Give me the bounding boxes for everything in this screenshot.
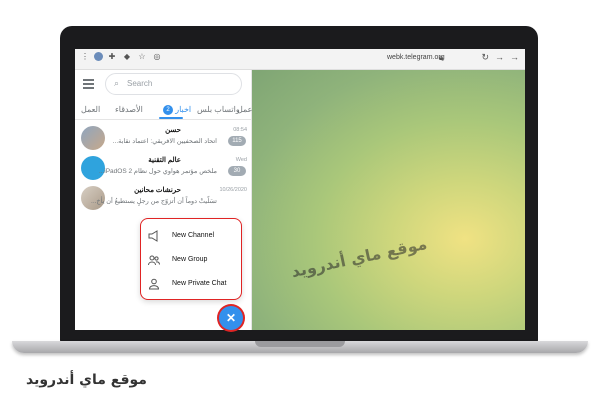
tab-work-2[interactable]: عمل [237,105,252,114]
chat-preview: تسَلّيتْ دوماً أن أتزوّج من رجلٍ يستطيعُ… [91,198,217,205]
browser-nav-icons: ↻ → → [481,52,519,63]
back-icon[interactable]: → [510,52,519,63]
tab-friends[interactable]: الأصدقاء [115,105,143,114]
footer-watermark: موقع ماي أندرويد [26,372,147,388]
hamburger-menu-icon[interactable] [83,79,94,89]
menu-item-new-group[interactable]: New Group [141,249,241,271]
compose-close-button[interactable]: ✕ [219,306,243,330]
menu-item-label: New Group [172,256,208,263]
megaphone-icon [148,230,158,242]
tab-news[interactable]: 2 اخبار [161,105,191,115]
user-icon [148,278,160,290]
chat-time: 08:54 [233,127,247,133]
tab-whatsapp-plus[interactable]: واتساب بلس [197,105,240,114]
laptop-notch [255,341,345,347]
menu-item-label: New Private Chat [172,280,227,287]
chat-preview: اتحاد الصحفيين الافريقي: اعتماد نقابة... [112,138,217,145]
tab-badge: 2 [163,105,173,115]
folder-tabs: العمل الأصدقاء 2 اخبار واتساب بلس عمل [75,101,252,120]
tab-work[interactable]: العمل [81,105,100,114]
menu-item-new-channel[interactable]: New Channel [141,225,241,247]
chat-name: عالم التقنية [148,157,181,164]
forward-icon[interactable]: → [495,52,504,63]
telegram-icon[interactable]: ◎ [151,52,163,61]
refresh-icon[interactable]: ↻ [481,52,489,63]
chat-time: 10/26/2020 [219,187,247,193]
search-placeholder: Search [127,79,153,88]
chat-item[interactable]: Wed عالم التقنية ملخص مؤتمر هواوي حول نظ… [75,154,251,184]
chat-name: حسن [165,127,181,134]
chat-name: حرنشات محانين [134,187,181,194]
group-icon [148,255,160,266]
menu-item-label: New Channel [172,232,215,239]
star-icon[interactable]: ☆ [136,52,148,61]
puzzle-icon[interactable]: ✚ [106,52,118,61]
menu-dots-icon[interactable]: ⋮ [79,52,91,61]
chat-item[interactable]: 08:54 حسن اتحاد الصحفيين الافريقي: اعتما… [75,124,251,154]
tab-news-label: اخبار [175,105,192,115]
chat-item[interactable]: 10/26/2020 حرنشات محانين تسَلّيتْ دوماً … [75,184,251,214]
browser-left-icons: ⋮ ✚ ◆ ☆ ◎ [79,52,163,61]
avatar [81,126,105,150]
active-tab-indicator [159,117,183,119]
close-icon: ✕ [225,311,237,325]
avatar-icon[interactable] [94,52,103,61]
lock-icon: 🔒︎ [439,53,444,62]
unread-badge: 30 [228,166,246,176]
search-box[interactable]: ⌕ Search [105,73,242,95]
chat-time: Wed [235,157,247,163]
menu-item-new-private-chat[interactable]: New Private Chat [141,273,241,295]
chat-background [252,70,525,330]
chat-preview: ملخص مؤتمر هواوي حول نظام iPadOS 2... [98,168,217,175]
unread-badge: 115 [228,136,246,146]
extension-icon[interactable]: ◆ [121,52,133,61]
browser-toolbar: ⋮ ✚ ◆ ☆ ◎ webk.telegram.org 🔒︎ ↻ → → [75,49,525,70]
search-icon: ⌕ [114,78,120,88]
address-bar-url[interactable]: webk.telegram.org [387,54,445,61]
new-chat-menu: New Channel New Group New Private Chat [140,218,242,300]
